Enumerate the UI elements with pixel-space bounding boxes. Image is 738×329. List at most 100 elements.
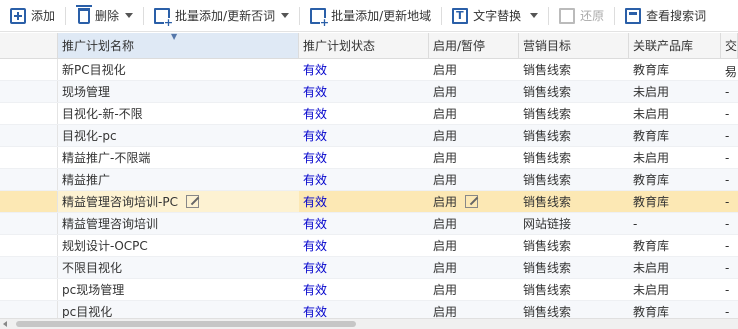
toolbar-divider [441,6,443,25]
row-select-cell[interactable] [0,279,58,300]
campaign-name-cell[interactable]: pc现场管理 [58,279,299,300]
chevron-down-icon[interactable] [530,13,539,18]
product-library: 未启用 [633,85,670,99]
enabled-cell: 启用 [429,147,519,168]
table-row[interactable]: 新PC目视化 有效 启用 销售线索 教育库 - [0,59,738,81]
row-select-cell[interactable] [0,147,58,168]
campaign-name[interactable]: 精益管理咨询培训 [62,217,158,231]
row-select-cell[interactable] [0,103,58,124]
text-replace-button[interactable]: 文字替换 [452,0,539,32]
marketing-goal: 销售线索 [523,151,572,165]
row-select-cell[interactable] [0,81,58,102]
add-button[interactable]: 添加 [10,0,55,32]
campaign-name[interactable]: 目视化-pc [62,129,117,143]
horizontal-scrollbar[interactable] [0,318,738,329]
transaction-cell: - [725,217,730,231]
chevron-down-icon[interactable] [125,13,134,18]
toolbar: 添加 删除 批量添加/更新否词 批量添加/更新地域 文字替换 还原 查看搜索词 [0,0,738,32]
table-row[interactable]: 目视化-新-不限 有效 启用 销售线索 未启用 - [0,103,738,125]
campaign-name-cell[interactable]: 精益推广-不限端 [58,147,299,168]
marketing-goal: 销售线索 [523,63,572,77]
product-library: 教育库 [633,63,670,77]
edit-icon[interactable] [185,195,199,208]
campaign-name-cell[interactable]: 目视化-新-不限 [58,103,299,124]
campaign-status: 有效 [303,195,328,209]
chevron-down-icon[interactable] [281,13,290,18]
enabled-status: 启用 [433,283,458,297]
delete-label: 删除 [95,9,120,23]
product-library: 教育库 [633,239,670,253]
enabled-status: 启用 [433,195,458,209]
campaign-status: 有效 [303,283,328,297]
trash-icon [76,4,93,24]
table-header: ▼ 推广计划名称 推广计划状态 启用/暂停 营销目标 关联产品库 交易 [0,33,738,79]
batch-add-negative-label: 批量添加/更新否词 [175,9,276,23]
enabled-cell: 启用 [429,213,519,234]
campaign-status: 有效 [303,107,328,121]
batch-add-region-button[interactable]: 批量添加/更新地域 [310,0,431,32]
table-row[interactable]: 精益推广-不限端 有效 启用 销售线索 未启用 - [0,147,738,169]
table-row[interactable]: 精益管理咨询培训 有效 启用 网站链接 - - [0,213,738,235]
campaign-name[interactable]: 新PC目视化 [62,63,126,77]
header-campaign-name[interactable]: ▼ 推广计划名称 [58,33,299,58]
header-transaction[interactable]: 交易 [721,33,738,79]
row-select-cell[interactable] [0,235,58,256]
row-select-cell[interactable] [0,59,58,80]
restore-button[interactable]: 还原 [559,0,604,32]
row-select-cell[interactable] [0,257,58,278]
table-row[interactable]: 不限目视化 有效 启用 销售线索 未启用 - [0,257,738,279]
batch-add-negative-button[interactable]: 批量添加/更新否词 [154,0,290,32]
campaign-name[interactable]: 精益管理咨询培训-PC [62,195,178,209]
table-row[interactable]: 精益推广 有效 启用 销售线索 教育库 - [0,169,738,191]
row-select-cell[interactable] [0,169,58,190]
edit-icon[interactable] [465,195,479,208]
campaign-name[interactable]: 不限目视化 [62,261,122,275]
header-campaign-status[interactable]: 推广计划状态 [299,33,429,58]
batch-add-region-label: 批量添加/更新地域 [331,9,432,23]
campaign-status: 有效 [303,261,328,275]
row-select-cell[interactable] [0,191,58,212]
campaign-name[interactable]: 规划设计-OCPC [62,239,148,253]
enabled-status: 启用 [433,85,458,99]
campaign-name[interactable]: pc目视化 [62,305,112,319]
view-search-terms-button[interactable]: 查看搜索词 [625,0,706,32]
transaction-cell: - [725,107,730,121]
campaign-name-cell[interactable]: 目视化-pc [58,125,299,146]
table-row[interactable]: 现场管理 有效 启用 销售线索 未启用 - [0,81,738,103]
table-row[interactable]: pc现场管理 有效 启用 销售线索 未启用 - [0,279,738,301]
campaign-name-cell[interactable]: 新PC目视化 [58,59,299,80]
enabled-cell: 启用 [429,59,519,80]
row-select-cell[interactable] [0,125,58,146]
product-library: 未启用 [633,283,670,297]
campaign-name[interactable]: 现场管理 [62,85,110,99]
campaign-name-cell[interactable]: 不限目视化 [58,257,299,278]
campaign-name[interactable]: pc现场管理 [62,283,124,297]
campaign-name-cell[interactable]: 精益管理咨询培训 [58,213,299,234]
scrollbar-thumb[interactable] [16,321,356,327]
campaign-name-cell[interactable]: 精益管理咨询培训-PC [58,191,299,212]
campaign-name-cell[interactable]: 规划设计-OCPC [58,235,299,256]
table-row[interactable]: 精益管理咨询培训-PC 有效 启用 销售线索 教育库 - [0,191,738,213]
campaign-name[interactable]: 目视化-新-不限 [62,107,143,121]
scroll-left-icon[interactable] [3,321,7,327]
header-enabled-paused[interactable]: 启用/暂停 [429,33,519,58]
campaign-status: 有效 [303,173,328,187]
campaign-name-cell[interactable]: 现场管理 [58,81,299,102]
table-row[interactable]: 目视化-pc 有效 启用 销售线索 教育库 - [0,125,738,147]
product-library: 教育库 [633,173,670,187]
campaign-name-cell[interactable]: 精益推广 [58,169,299,190]
row-select-cell[interactable] [0,213,58,234]
enabled-status: 启用 [433,151,458,165]
campaign-name[interactable]: 精益推广-不限端 [62,151,150,165]
product-library: 教育库 [633,195,670,209]
header-marketing-goal[interactable]: 营销目标 [519,33,629,58]
table-row[interactable]: 规划设计-OCPC 有效 启用 销售线索 教育库 - [0,235,738,257]
campaign-status: 有效 [303,217,328,231]
header-product-library[interactable]: 关联产品库 [629,33,721,58]
delete-button[interactable]: 删除 [76,0,134,32]
campaign-name[interactable]: 精益推广 [62,173,110,187]
marketing-goal: 销售线索 [523,129,572,143]
enabled-cell: 启用 [429,279,519,300]
campaign-status: 有效 [303,85,328,99]
marketing-goal: 销售线索 [523,85,572,99]
